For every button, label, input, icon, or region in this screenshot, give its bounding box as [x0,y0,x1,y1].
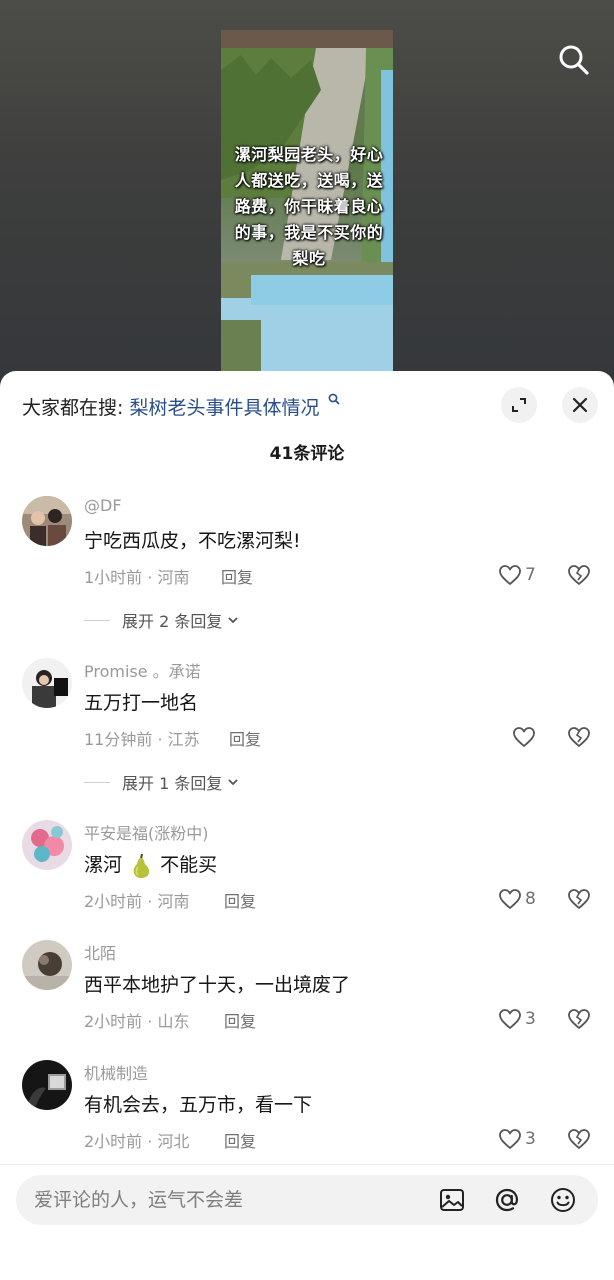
broken-heart-icon [568,1009,590,1029]
comment-username[interactable]: Promise 。承诺 [84,658,201,682]
comment-text: 有机会去，五万市，看一下 [84,1094,313,1116]
trending-search[interactable]: 大家都在搜: 梨树老头事件具体情况 [22,393,340,420]
dislike-button[interactable] [566,1126,592,1152]
expand-replies[interactable]: 展开 1 条回复 [84,770,240,794]
emoji-icon [551,1188,575,1212]
comment-meta: 11分钟前 · 江苏 [84,730,200,749]
like-count: 3 [525,1009,536,1029]
dislike-button[interactable] [566,562,592,588]
comment-username[interactable]: @DF [84,496,122,515]
avatar-image [22,496,72,546]
chevron-down-icon [228,617,238,624]
reply-button[interactable]: 回复 [224,1008,256,1032]
expand-divider [84,619,110,621]
comment-username[interactable]: 平安是福(涨粉中) [84,820,209,844]
comment-meta: 2小时前 · 河南 [84,892,190,911]
comment-username[interactable]: 机械制造 [84,1060,148,1084]
comment-text-part: 漯河 [84,854,123,876]
comment-sheet: 大家都在搜: 梨树老头事件具体情况 41条评论 @DF 宁吃西瓜皮，不吃漯河梨!… [0,371,614,1280]
like-button[interactable] [512,724,536,750]
expand-button[interactable] [501,387,537,423]
comment-username[interactable]: 北陌 [84,940,116,964]
image-button[interactable] [438,1186,466,1214]
broken-heart-icon [568,889,590,909]
comment-count: 41条评论 [269,444,345,464]
expand-replies-label: 展开 1 条回复 [122,774,223,793]
avatar[interactable] [22,940,72,990]
pear-emoji-icon [133,853,150,878]
chevron-down-icon [228,779,238,786]
like-count: 8 [525,889,536,909]
avatar-image [22,820,72,870]
video-background[interactable]: 漯河梨园老头，好心人都送吃，送喝，送路费，你干昧着良心的事，我是不买你的梨吃 [0,0,614,400]
search-icon [328,393,340,405]
avatar-image [22,1060,72,1110]
reply-button[interactable]: 回复 [224,1128,256,1152]
comment-item: 北陌 西平本地护了十天，一出境废了 2小时前 · 山东 回复 3 [0,940,614,1040]
like-button[interactable]: 3 [498,1126,536,1152]
video-caption: 漯河梨园老头，好心人都送吃，送喝，送路费，你干昧着良心的事，我是不买你的梨吃 [234,145,384,268]
comment-meta: 1小时前 · 河南 [84,568,190,587]
dislike-button[interactable] [566,724,592,750]
expand-replies-label: 展开 2 条回复 [122,612,223,631]
comment-text: 西平本地护了十天，一出境废了 [84,974,351,996]
comment-meta: 2小时前 · 山东 [84,1012,190,1031]
comment-text: 宁吃西瓜皮，不吃漯河梨! [84,530,301,552]
heart-icon [499,889,521,909]
at-icon [495,1188,518,1212]
avatar[interactable] [22,820,72,870]
avatar[interactable] [22,496,72,546]
like-button[interactable]: 3 [498,1006,536,1032]
comment-meta: 2小时前 · 河北 [84,1132,190,1151]
comment-item: 平安是福(涨粉中) 漯河 不能买 2小时前 · 河南 回复 8 [0,820,614,920]
heart-icon [499,1009,521,1029]
image-icon [440,1189,464,1211]
like-button[interactable]: 8 [498,886,536,912]
reply-button[interactable]: 回复 [229,726,261,750]
like-button[interactable]: 7 [498,562,536,588]
reply-button[interactable]: 回复 [224,888,256,912]
dislike-button[interactable] [566,886,592,912]
like-count: 7 [525,565,536,585]
mention-button[interactable] [493,1186,521,1214]
emoji-button[interactable] [549,1186,577,1214]
like-count: 3 [525,1129,536,1149]
comment-input[interactable] [34,1175,424,1225]
heart-icon [499,1129,521,1149]
avatar-image [22,658,72,708]
broken-heart-icon [568,1129,590,1149]
search-icon [559,45,589,75]
dislike-button[interactable] [566,1006,592,1032]
avatar[interactable] [22,658,72,708]
expand-replies[interactable]: 展开 2 条回复 [84,608,240,632]
comment-item: @DF 宁吃西瓜皮，不吃漯河梨! 1小时前 · 河南 回复 7 展开 2 条回复 [0,496,614,631]
comment-input-bar [0,1164,614,1280]
comment-item: Promise 。承诺 五万打一地名 11分钟前 · 江苏 回复 展开 1 条回… [0,658,614,793]
comment-text: 漯河 不能买 [84,850,217,879]
trending-prefix: 大家都在搜: [22,397,124,419]
expand-icon [512,398,526,412]
broken-heart-icon [568,727,590,747]
expand-divider [84,781,110,783]
comment-text-part: 不能买 [160,854,218,876]
video-thumbnail[interactable]: 漯河梨园老头，好心人都送吃，送喝，送路费，你干昧着良心的事，我是不买你的梨吃 [221,30,393,375]
avatar[interactable] [22,1060,72,1110]
heart-icon [499,565,521,585]
search-button[interactable] [556,42,592,78]
close-button[interactable] [562,387,598,423]
close-icon [572,397,588,413]
reply-button[interactable]: 回复 [221,564,253,588]
heart-icon [513,727,535,747]
comment-item: 机械制造 有机会去，五万市，看一下 2小时前 · 河北 回复 3 [0,1060,614,1160]
broken-heart-icon [568,565,590,585]
comment-text: 五万打一地名 [84,692,199,714]
avatar-image [22,940,72,990]
trending-query-link[interactable]: 梨树老头事件具体情况 [129,397,319,419]
comment-input-container[interactable] [16,1175,598,1225]
